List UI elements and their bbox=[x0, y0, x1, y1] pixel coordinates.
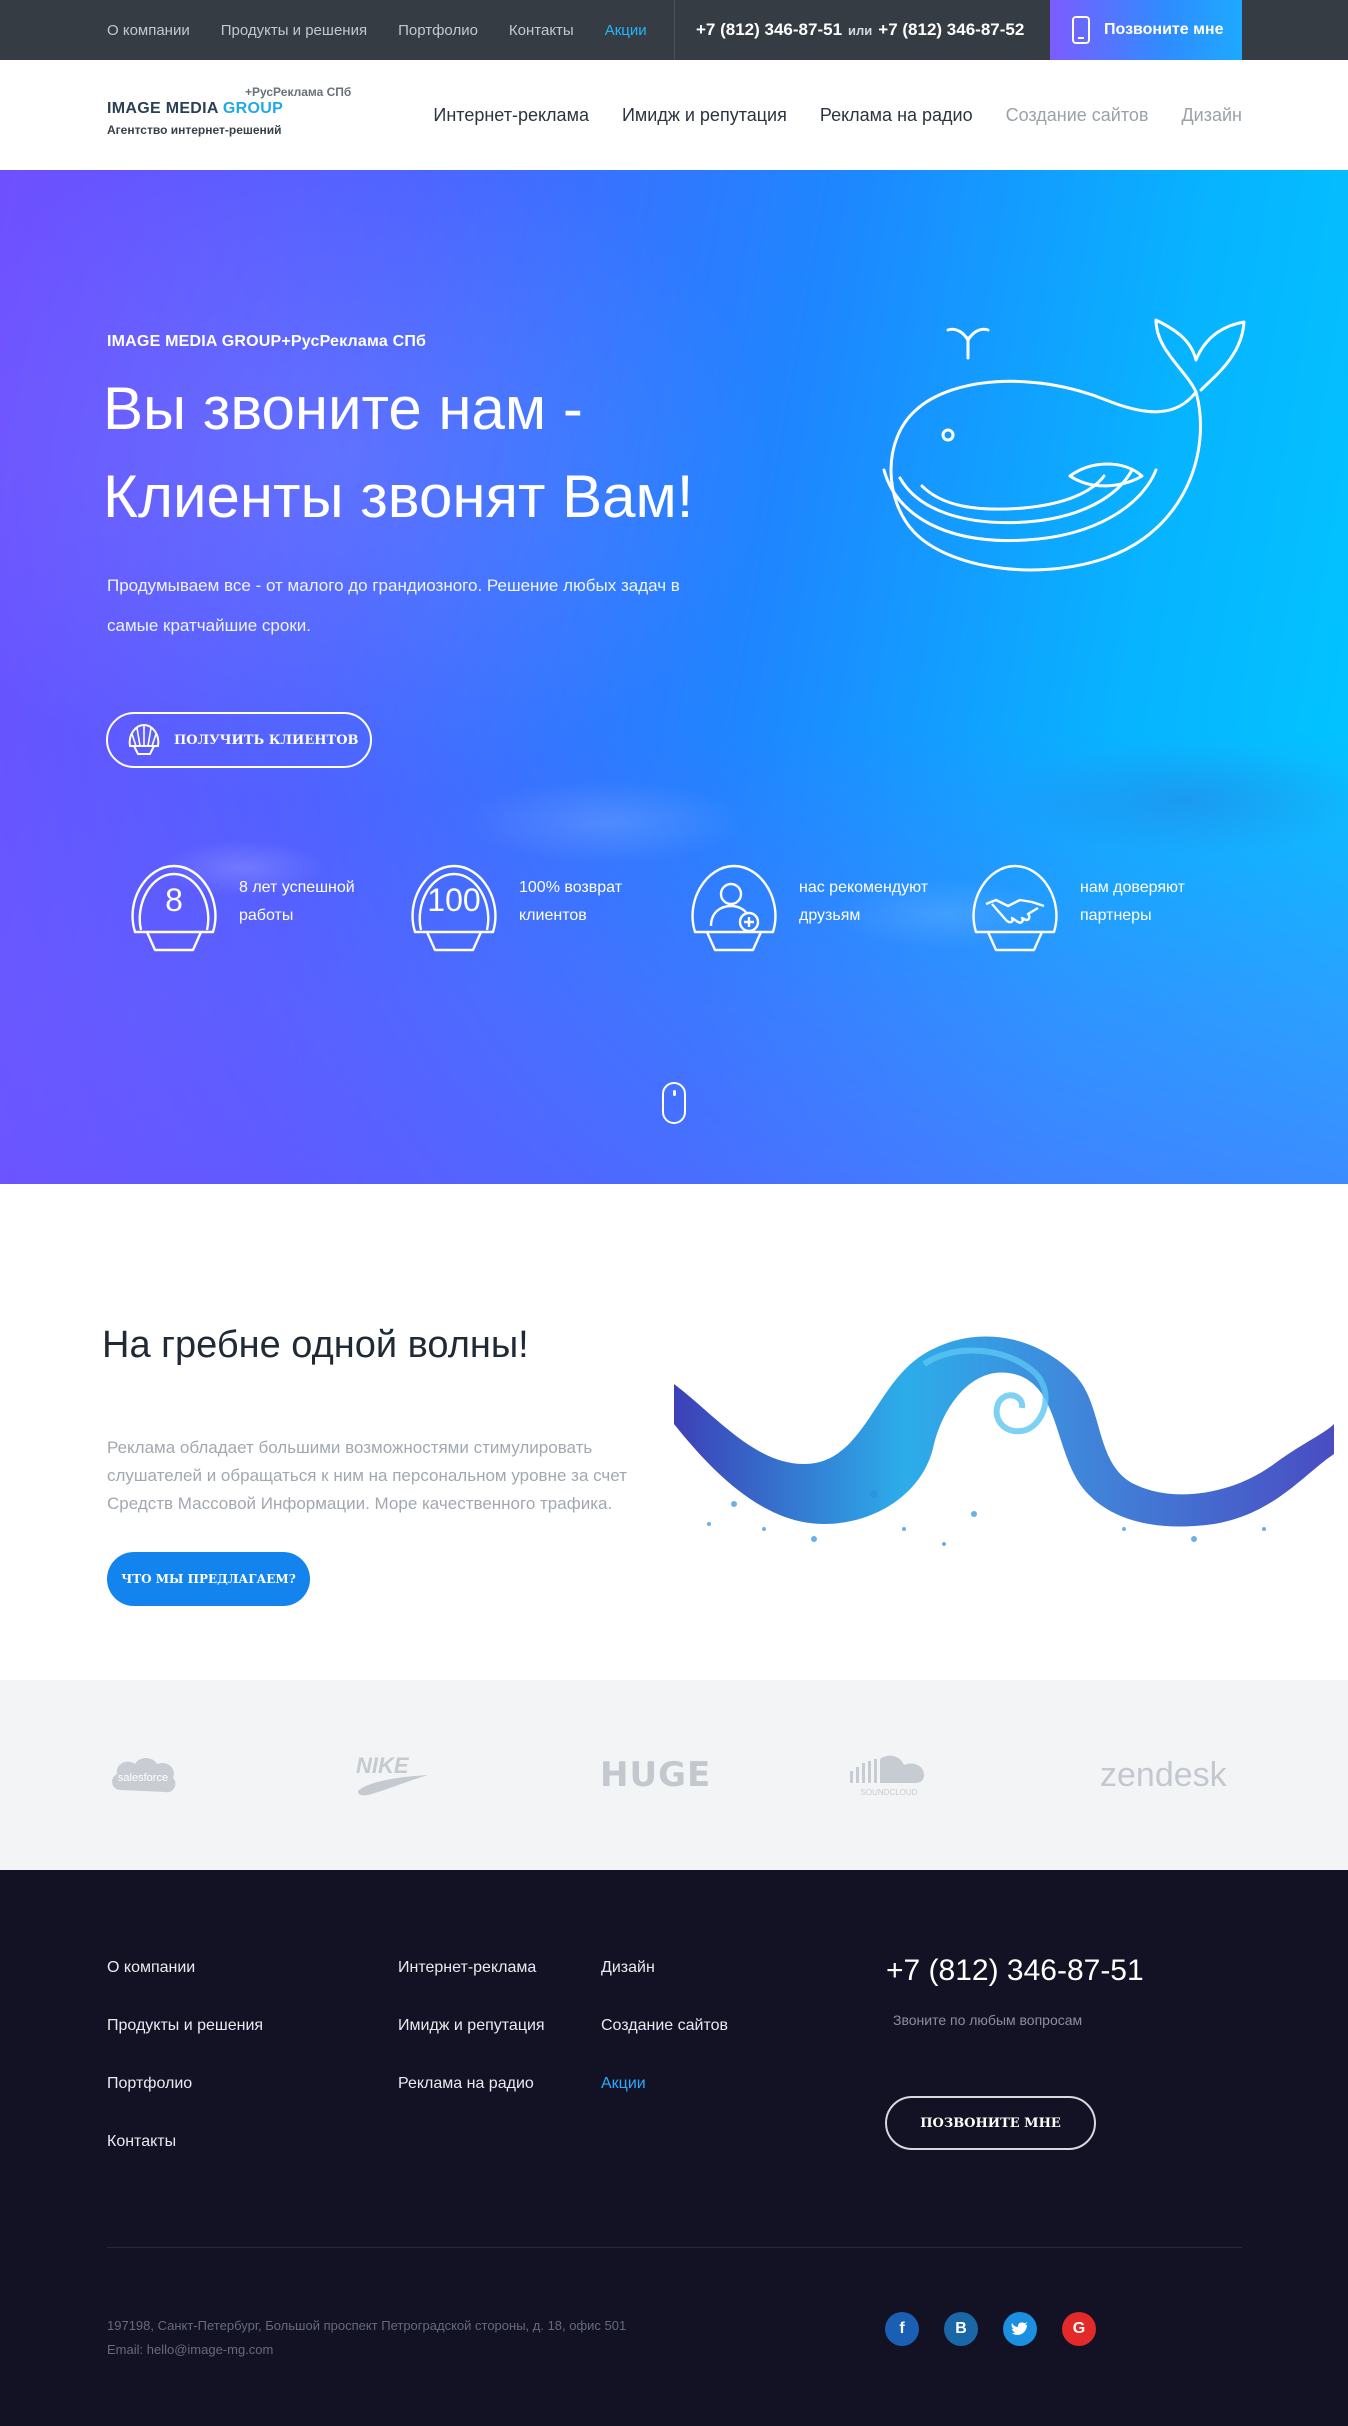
footer-link-about[interactable]: О компании bbox=[107, 1958, 263, 1978]
footer-phone-note: Звоните по любым вопросам bbox=[893, 2012, 1083, 2028]
partners-section: salesforce NIKE HUGE SOUNDCLOUD zendesk bbox=[0, 1680, 1348, 1870]
scroll-down-mouse-icon[interactable] bbox=[662, 1082, 686, 1124]
footer-link-products[interactable]: Продукты и решения bbox=[107, 2016, 263, 2036]
zendesk-logo: zendesk bbox=[1100, 1755, 1227, 1794]
nav-web-development[interactable]: Создание сайтов bbox=[1006, 105, 1149, 126]
footer-link-promotions[interactable]: Акции bbox=[601, 2074, 728, 2094]
wave-title: На гребне одной волны! bbox=[102, 1324, 529, 1366]
footer-divider bbox=[107, 2247, 1242, 2248]
stat-years: 8 8 лет успешной работы bbox=[107, 860, 377, 960]
footer-email[interactable]: Email: hello@image-mg.com bbox=[107, 2338, 626, 2362]
logo-main-b: GROUP bbox=[222, 100, 284, 117]
hero-title-line-2: Клиенты звонят Вам! bbox=[103, 463, 694, 530]
user-plus-icon bbox=[681, 860, 787, 960]
stat-return-text: 100% возврат клиентов bbox=[519, 879, 623, 924]
nav-radio-ads[interactable]: Реклама на радио bbox=[820, 105, 973, 126]
logo-main-text: IMAGE MEDIA GROUP bbox=[107, 100, 283, 118]
footer-link-internet-ads[interactable]: Интернет-реклама bbox=[398, 1958, 545, 1978]
nav-internet-ads[interactable]: Интернет-реклама bbox=[433, 105, 589, 126]
footer-link-design[interactable]: Дизайн bbox=[601, 1958, 728, 1978]
top-nav-contacts[interactable]: Контакты bbox=[509, 22, 574, 39]
logo[interactable]: +РусРеклама СПб IMAGE MEDIA GROUP Агентс… bbox=[107, 85, 367, 145]
wave-section: На гребне одной волны! Реклама обладает … bbox=[0, 1184, 1348, 1680]
water-wave-image bbox=[674, 1336, 1334, 1546]
shell-icon: 100 bbox=[401, 860, 507, 960]
footer-link-radio-ads[interactable]: Реклама на радио bbox=[398, 2074, 545, 2094]
nike-text: NIKE bbox=[356, 1753, 410, 1778]
shell-icon bbox=[128, 723, 160, 755]
nav-design[interactable]: Дизайн bbox=[1181, 105, 1242, 126]
main-nav: Интернет-реклама Имидж и репутация Рекла… bbox=[433, 60, 1242, 170]
twitter-icon[interactable] bbox=[1003, 2312, 1037, 2346]
nike-logo: NIKE bbox=[352, 1680, 432, 1870]
top-bar: О компании Продукты и решения Портфолио … bbox=[0, 0, 1348, 60]
stat-recommend: нас рекомендуют друзьям bbox=[667, 860, 937, 960]
call-me-top-button[interactable]: Позвоните мне bbox=[1050, 0, 1242, 60]
footer-phone[interactable]: +7 (812) 346-87-51 bbox=[886, 1954, 1144, 1988]
vk-icon[interactable]: B bbox=[944, 2312, 978, 2346]
soundcloud-text: SOUNDCLOUD bbox=[861, 1788, 918, 1797]
call-me-top-label: Позвоните мне bbox=[1104, 21, 1224, 38]
google-icon[interactable]: G bbox=[1062, 2312, 1096, 2346]
soundcloud-logo: SOUNDCLOUD bbox=[848, 1680, 930, 1870]
top-nav-portfolio[interactable]: Портфолио bbox=[398, 22, 478, 39]
top-nav: О компании Продукты и решения Портфолио … bbox=[107, 0, 647, 60]
stat-years-number: 8 bbox=[165, 882, 183, 918]
top-divider bbox=[674, 0, 675, 60]
handshake-icon bbox=[962, 860, 1068, 960]
top-nav-products[interactable]: Продукты и решения bbox=[221, 22, 367, 39]
salesforce-text: salesforce bbox=[118, 1772, 168, 1784]
get-clients-button[interactable]: ПОЛУЧИТЬ КЛИЕНТОВ bbox=[106, 712, 372, 768]
footer-link-portfolio[interactable]: Портфолио bbox=[107, 2074, 263, 2094]
top-phone-1[interactable]: +7 (812) 346-87-51 bbox=[696, 20, 842, 40]
hero-kicker: IMAGE MEDIA GROUP+РусРеклама СПб bbox=[107, 333, 427, 350]
stat-return-number: 100 bbox=[427, 882, 481, 918]
stat-partners-text: нам доверяют партнеры bbox=[1080, 879, 1185, 924]
stat-return: 100 100% возврат клиентов bbox=[387, 860, 657, 960]
huge-logo: HUGE bbox=[600, 1755, 712, 1795]
footer-link-web-development[interactable]: Создание сайтов bbox=[601, 2016, 728, 2036]
whale-illustration bbox=[882, 318, 1246, 572]
stat-recommend-text: нас рекомендуют друзьям bbox=[799, 879, 929, 924]
footer-address-block: 197198, Санкт-Петербург, Большой проспек… bbox=[107, 2314, 626, 2362]
social-links: f B G bbox=[885, 2312, 1096, 2346]
top-nav-about[interactable]: О компании bbox=[107, 22, 190, 39]
logo-subtitle: Агентство интернет-решений bbox=[107, 123, 282, 137]
hero-title-line-1: Вы звоните нам - bbox=[103, 375, 583, 442]
logo-main-a: IMAGE MEDIA bbox=[107, 100, 219, 117]
nav-image-reputation[interactable]: Имидж и репутация bbox=[622, 105, 787, 126]
get-clients-label: ПОЛУЧИТЬ КЛИЕНТОВ bbox=[174, 732, 359, 748]
facebook-icon[interactable]: f bbox=[885, 2312, 919, 2346]
salesforce-logo: salesforce bbox=[107, 1680, 179, 1870]
mobile-phone-icon bbox=[1072, 16, 1090, 44]
hero-title: Вы звоните нам - Клиенты звонят Вам! bbox=[103, 365, 693, 541]
top-phone-or: или bbox=[848, 22, 873, 38]
top-phone-2[interactable]: +7 (812) 346-87-52 bbox=[878, 20, 1024, 40]
stat-partners: нам доверяют партнеры bbox=[948, 860, 1218, 960]
wave-text: Реклама обладает большими возможностями … bbox=[107, 1438, 627, 1513]
stat-years-text: 8 лет успешной работы bbox=[239, 879, 355, 924]
footer-link-contacts[interactable]: Контакты bbox=[107, 2132, 263, 2152]
footer-col-company: О компании Продукты и решения Портфолио … bbox=[107, 1958, 263, 2152]
hero-description: Продумываем все - от малого до грандиозн… bbox=[107, 576, 680, 635]
footer-call-me-button[interactable]: ПОЗВОНИТЕ МНЕ bbox=[885, 2096, 1096, 2150]
logo-top-text: +РусРеклама СПб bbox=[245, 85, 352, 99]
footer: О компании Продукты и решения Портфолио … bbox=[0, 1870, 1348, 2426]
footer-col-more: Дизайн Создание сайтов Акции bbox=[601, 1958, 728, 2094]
what-we-offer-button[interactable]: ЧТО МЫ ПРЕДЛАГАЕМ? bbox=[107, 1552, 310, 1606]
hero-section: IMAGE MEDIA GROUP+РусРеклама СПб Вы звон… bbox=[0, 170, 1348, 1184]
top-phones: +7 (812) 346-87-51 или +7 (812) 346-87-5… bbox=[696, 0, 1024, 60]
footer-col-services: Интернет-реклама Имидж и репутация Рекла… bbox=[398, 1958, 545, 2094]
footer-address: 197198, Санкт-Петербург, Большой проспек… bbox=[107, 2318, 627, 2333]
shell-icon: 8 bbox=[121, 860, 227, 960]
footer-link-image-reputation[interactable]: Имидж и репутация bbox=[398, 2016, 545, 2036]
header: +РусРеклама СПб IMAGE MEDIA GROUP Агентс… bbox=[0, 60, 1348, 170]
top-nav-promotions[interactable]: Акции bbox=[605, 22, 647, 39]
